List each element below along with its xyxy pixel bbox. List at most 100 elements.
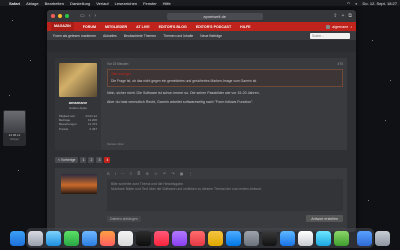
post-date[interactable]: Vor 15 Minuten bbox=[107, 62, 128, 66]
menu-item-bearbeiten[interactable]: Bearbeiten bbox=[45, 1, 64, 6]
bold-icon[interactable]: B bbox=[107, 171, 110, 177]
zoom-app-icon[interactable] bbox=[280, 230, 295, 246]
menu-item-verlauf[interactable]: Verlauf bbox=[96, 1, 108, 6]
dock bbox=[10, 228, 390, 248]
quote-head[interactable]: Zitat anzeigen bbox=[111, 72, 339, 76]
post-number[interactable]: #75 bbox=[338, 62, 343, 66]
tab-overview-icon[interactable]: ⧉ bbox=[348, 13, 352, 19]
close-icon[interactable] bbox=[51, 14, 55, 18]
menu-item-ablage[interactable]: Ablage bbox=[26, 1, 38, 6]
telegram-icon[interactable] bbox=[316, 230, 331, 246]
menu-app-name[interactable]: Safari bbox=[9, 1, 20, 6]
redo-icon[interactable]: ↷ bbox=[171, 171, 174, 177]
music-icon[interactable] bbox=[154, 230, 169, 246]
nav-editors-podcast[interactable]: EDITOR'S PODCAST bbox=[196, 25, 231, 29]
post-text: Nein, sicher nicht. Die Software ist sch… bbox=[107, 91, 343, 105]
prev-page-button[interactable]: < Vorherige bbox=[55, 156, 79, 163]
forward-icon[interactable]: › bbox=[94, 13, 96, 19]
forum-post: amamane Golden Apple Mitglied seit 24.04.… bbox=[55, 58, 347, 150]
downloads-folder-icon[interactable] bbox=[357, 230, 372, 246]
finder-icon[interactable] bbox=[10, 230, 25, 246]
italic-icon[interactable]: I bbox=[115, 171, 116, 177]
user-menu[interactable]: algernane ♪ bbox=[326, 24, 352, 29]
star bbox=[385, 120, 386, 121]
notes-icon[interactable] bbox=[208, 230, 223, 246]
sidebar-toggle-icon[interactable]: ▭ bbox=[80, 13, 85, 19]
share-icon[interactable]: ⇪ bbox=[333, 13, 337, 19]
nav-mitglieder[interactable]: MITGLIEDER bbox=[105, 25, 127, 29]
undo-icon[interactable]: ↶ bbox=[163, 171, 166, 177]
page-button[interactable]: 1 bbox=[80, 156, 87, 163]
user-name: algernane bbox=[332, 24, 349, 29]
page-button[interactable]: 3 bbox=[96, 156, 103, 163]
settings-icon[interactable] bbox=[244, 230, 259, 246]
subnav-beobachtete[interactable]: Beobachtete Themen bbox=[124, 34, 156, 38]
post-actions[interactable]: Melden Zitat bbox=[107, 142, 124, 146]
preview-icon[interactable]: ▣ bbox=[180, 171, 184, 177]
nav-magazin[interactable]: MAGAZIN bbox=[51, 22, 74, 31]
post-author-panel: amamane Golden Apple Mitglied seit 24.04.… bbox=[55, 58, 101, 150]
subnav-aktuelles[interactable]: Aktuelles bbox=[103, 34, 117, 38]
submit-reply-button[interactable]: Antwort erstellen bbox=[306, 215, 343, 222]
stat-value: 2.467 bbox=[89, 126, 97, 131]
widget-sublabel: Widget bbox=[10, 136, 19, 141]
author-rank: Golden Apple bbox=[68, 106, 87, 110]
options-icon[interactable]: ⋮ bbox=[188, 171, 192, 177]
search-input[interactable]: Suche... bbox=[310, 32, 350, 39]
list-icon[interactable]: ≡ bbox=[130, 171, 132, 177]
align-icon[interactable]: ≣ bbox=[137, 171, 140, 177]
safari-icon[interactable] bbox=[46, 230, 61, 246]
podcasts-icon[interactable] bbox=[172, 230, 187, 246]
back-icon[interactable]: ‹ bbox=[89, 13, 91, 19]
more-icon[interactable]: ⋯ bbox=[121, 171, 125, 177]
terminal-icon[interactable] bbox=[262, 230, 277, 246]
whatsapp-icon[interactable] bbox=[334, 230, 349, 246]
desktop-widget[interactable]: 24.06.12 Widget bbox=[3, 110, 26, 146]
menu-item-fenster[interactable]: Fenster bbox=[143, 1, 157, 6]
attach-files-button[interactable]: Dateien anhängen bbox=[107, 215, 141, 222]
editor-toolbar: B I ⋯ ≡ ≣ ⊕ ☺ ↶ ↷ ▣ ⋮ bbox=[107, 171, 343, 177]
launchpad-icon[interactable] bbox=[28, 230, 43, 246]
nav-forum[interactable]: FORUM bbox=[83, 25, 96, 29]
minimize-icon[interactable] bbox=[58, 14, 62, 18]
subnav-mark-read[interactable]: Foren als gelesen markieren bbox=[53, 34, 96, 38]
address-bar[interactable]: apnetwelt.de bbox=[166, 12, 263, 20]
star bbox=[390, 80, 391, 81]
menu-item-lesezeichen[interactable]: Lesezeichen bbox=[115, 1, 137, 6]
emoji-icon[interactable]: ☺ bbox=[154, 171, 158, 177]
author-name[interactable]: amamane bbox=[59, 100, 97, 105]
insert-icon[interactable]: ⊕ bbox=[146, 171, 149, 177]
menu-clock[interactable]: Do. 12. Sept. 18:27 bbox=[363, 1, 397, 6]
appstore-icon[interactable] bbox=[226, 230, 241, 246]
photos-icon[interactable] bbox=[100, 230, 115, 246]
wifi-icon[interactable]: ◠ bbox=[347, 1, 351, 6]
subnav-themen[interactable]: Themen und Inhalte bbox=[163, 34, 193, 38]
zoom-icon[interactable] bbox=[65, 14, 69, 18]
mail-icon[interactable] bbox=[82, 230, 97, 246]
search-icon[interactable]: ⌕ bbox=[355, 1, 357, 6]
calendar-icon[interactable] bbox=[118, 230, 133, 246]
news-icon[interactable] bbox=[190, 230, 205, 246]
subnav-neue[interactable]: Neue Beiträge bbox=[200, 34, 222, 38]
menu-item-hilfe[interactable]: Hilfe bbox=[163, 1, 171, 6]
browser-titlebar: ▭ ‹ › apnetwelt.de ⇪ + ⧉ bbox=[47, 10, 356, 22]
reply-editor[interactable]: Bitte schreibe zum Thema und die Hinweis… bbox=[107, 179, 343, 211]
avatar[interactable] bbox=[59, 63, 97, 97]
menu-item-darstellung[interactable]: Darstellung bbox=[70, 1, 90, 6]
star bbox=[368, 200, 369, 201]
thread-content: amamane Golden Apple Mitglied seit 24.04.… bbox=[47, 52, 356, 232]
nav-editors-blog[interactable]: EDITOR'S BLOG bbox=[159, 25, 187, 29]
preview-app-icon[interactable] bbox=[298, 230, 313, 246]
trash-icon[interactable] bbox=[375, 230, 390, 246]
appletv-icon[interactable] bbox=[136, 230, 151, 246]
nav-at-live[interactable]: AT LIVE bbox=[136, 25, 150, 29]
page-button-active[interactable]: 4 bbox=[104, 156, 111, 163]
quote-block[interactable]: Zitat anzeigen Die Frage ist, ob das nic… bbox=[107, 69, 343, 87]
messages-icon[interactable] bbox=[64, 230, 79, 246]
page-button[interactable]: 2 bbox=[88, 156, 95, 163]
nav-hilfe[interactable]: HILFE bbox=[240, 25, 250, 29]
bell-icon[interactable]: ♪ bbox=[350, 25, 352, 29]
browser-window: ▭ ‹ › apnetwelt.de ⇪ + ⧉ MAGAZIN FORUM M… bbox=[47, 10, 356, 232]
pagination: < Vorherige 1 2 3 4 bbox=[55, 156, 111, 163]
new-tab-icon[interactable]: + bbox=[342, 13, 345, 19]
